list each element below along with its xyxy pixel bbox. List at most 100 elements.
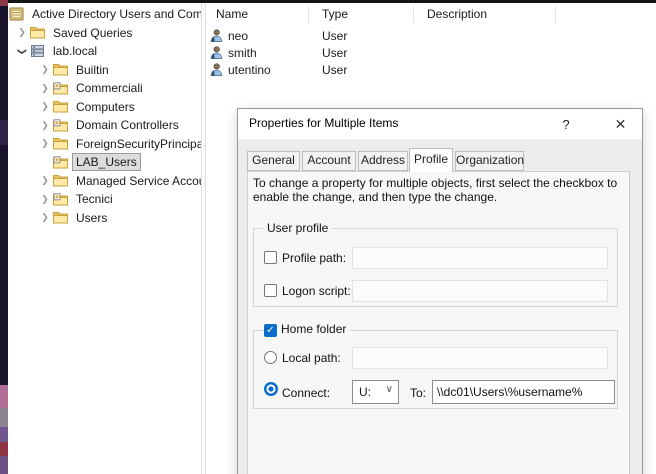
folder-icon	[30, 26, 48, 39]
chevron-down-icon[interactable]	[14, 46, 30, 57]
tree-item-lab-local[interactable]: lab.local	[8, 42, 201, 61]
ou-folder-icon	[53, 156, 71, 169]
wallpaper-segment	[0, 442, 8, 456]
tab-profile[interactable]: Profile	[409, 148, 453, 172]
tree-item-label: Users	[73, 210, 110, 226]
to-label: To:	[410, 381, 426, 405]
list-cell-name: utentino	[228, 63, 308, 77]
wallpaper-segment	[0, 408, 8, 427]
close-icon[interactable]: ✕	[598, 109, 643, 139]
tab-address[interactable]: Address	[358, 151, 408, 171]
list-cell-type: User	[322, 46, 347, 60]
tree-item-managed-service-accounts[interactable]: Managed Service Accounts	[8, 172, 201, 191]
local-path-radio[interactable]	[264, 351, 277, 364]
local-path-label: Local path:	[282, 347, 341, 369]
instruction-text: To change a property for multiple object…	[253, 176, 617, 204]
list-cell-type: User	[322, 29, 347, 43]
tree-item-builtin[interactable]: Builtin	[8, 61, 201, 80]
column-header-name[interactable]: Name	[216, 3, 248, 25]
aduc-window: Active Directory Users and Computers Sav…	[0, 0, 656, 474]
tree-item-domain-controllers[interactable]: Domain Controllers	[8, 116, 201, 135]
tree-item-foreign-security-principals[interactable]: ForeignSecurityPrincipals	[8, 135, 201, 154]
dialog-titlebar[interactable]: Properties for Multiple Items ? ✕	[238, 109, 642, 139]
folder-icon	[53, 63, 71, 76]
user-profile-group: User profile Profile path: Logon script:	[253, 228, 618, 307]
connect-radio[interactable]	[264, 382, 278, 396]
tree-item-label: ForeignSecurityPrincipals	[73, 136, 201, 152]
chevron-right-icon[interactable]	[37, 138, 53, 149]
home-folder-path-input[interactable]	[432, 380, 615, 404]
desktop-wallpaper-edge	[0, 0, 8, 474]
ou-folder-icon	[53, 193, 71, 206]
list-row-neo[interactable]: neo User	[206, 27, 656, 44]
tree-item-label: Managed Service Accounts	[73, 173, 201, 189]
home-folder-group: Home folder Local path: Connect: U: ∨ To…	[253, 330, 618, 409]
user-icon	[210, 46, 223, 59]
chevron-right-icon[interactable]	[37, 101, 53, 112]
list-cell-name: smith	[228, 46, 308, 60]
connect-label: Connect:	[282, 381, 330, 405]
tab-general[interactable]: General	[247, 151, 300, 171]
list-row-smith[interactable]: smith User	[206, 44, 656, 61]
help-button[interactable]: ?	[543, 109, 589, 139]
tab-account[interactable]: Account	[302, 151, 356, 171]
user-icon	[210, 29, 223, 42]
folder-icon	[53, 137, 71, 150]
wallpaper-segment	[0, 120, 8, 145]
tab-organization[interactable]: Organization	[455, 151, 524, 171]
tree-item-commerciali[interactable]: Commerciali	[8, 79, 201, 98]
logon-script-label: Logon script:	[282, 280, 351, 302]
list-row-utentino[interactable]: utentino User	[206, 61, 656, 78]
home-folder-checkbox[interactable]	[264, 324, 277, 337]
chevron-right-icon[interactable]	[14, 27, 30, 38]
chevron-right-icon[interactable]	[37, 120, 53, 131]
home-folder-group-title: Home folder	[277, 322, 350, 337]
profile-path-input[interactable]	[352, 247, 608, 269]
chevron-right-icon[interactable]	[37, 175, 53, 186]
chevron-right-icon[interactable]	[37, 64, 53, 75]
user-profile-group-title: User profile	[263, 221, 332, 236]
tree-item-computers[interactable]: Computers	[8, 98, 201, 117]
logon-script-input[interactable]	[352, 280, 608, 302]
ou-folder-icon	[53, 82, 71, 95]
folder-icon	[53, 211, 71, 224]
folder-icon	[53, 174, 71, 187]
list-cell-name: neo	[228, 29, 308, 43]
tree-item-label: Computers	[73, 99, 138, 115]
chevron-right-icon[interactable]	[37, 83, 53, 94]
column-separator[interactable]	[555, 6, 556, 23]
tree-item-saved-queries[interactable]: Saved Queries	[8, 24, 201, 43]
dialog-title: Properties for Multiple Items	[249, 109, 398, 138]
tree-item-root[interactable]: Active Directory Users and Computers	[8, 5, 201, 24]
ou-folder-icon	[53, 119, 71, 132]
user-icon	[210, 63, 223, 76]
column-header-type[interactable]: Type	[322, 3, 348, 25]
wallpaper-segment	[0, 0, 8, 6]
tree-item-label: Active Directory Users and Computers	[29, 6, 201, 22]
chevron-right-icon[interactable]	[37, 212, 53, 223]
column-separator[interactable]	[308, 6, 309, 23]
local-path-input[interactable]	[352, 347, 608, 369]
profile-path-checkbox[interactable]	[264, 251, 277, 264]
wallpaper-segment	[0, 427, 8, 442]
tree-item-label: Saved Queries	[50, 25, 135, 41]
logon-script-checkbox[interactable]	[264, 284, 277, 297]
wallpaper-segment	[0, 385, 8, 408]
column-header-description[interactable]: Description	[427, 3, 487, 25]
chevron-right-icon[interactable]	[37, 194, 53, 205]
tree-item-label: Tecnici	[73, 191, 116, 207]
directory-root-icon	[9, 7, 27, 21]
list-header: Name Type Description	[206, 3, 656, 25]
instruction-line-2: enable the change, and then type the cha…	[253, 190, 617, 204]
tree-item-label: lab.local	[50, 43, 100, 59]
drive-letter-dropdown[interactable]: U: ∨	[352, 380, 399, 404]
column-separator[interactable]	[413, 6, 414, 23]
chevron-down-icon: ∨	[386, 384, 393, 395]
tree-item-label: Builtin	[73, 62, 112, 78]
tree-item-lab-users[interactable]: LAB_Users	[8, 153, 201, 172]
list-cell-type: User	[322, 63, 347, 77]
drive-letter-value: U:	[359, 381, 371, 403]
tree-item-users[interactable]: Users	[8, 209, 201, 228]
tree-item-tecnici[interactable]: Tecnici	[8, 190, 201, 209]
tree-item-label: Domain Controllers	[73, 117, 182, 133]
